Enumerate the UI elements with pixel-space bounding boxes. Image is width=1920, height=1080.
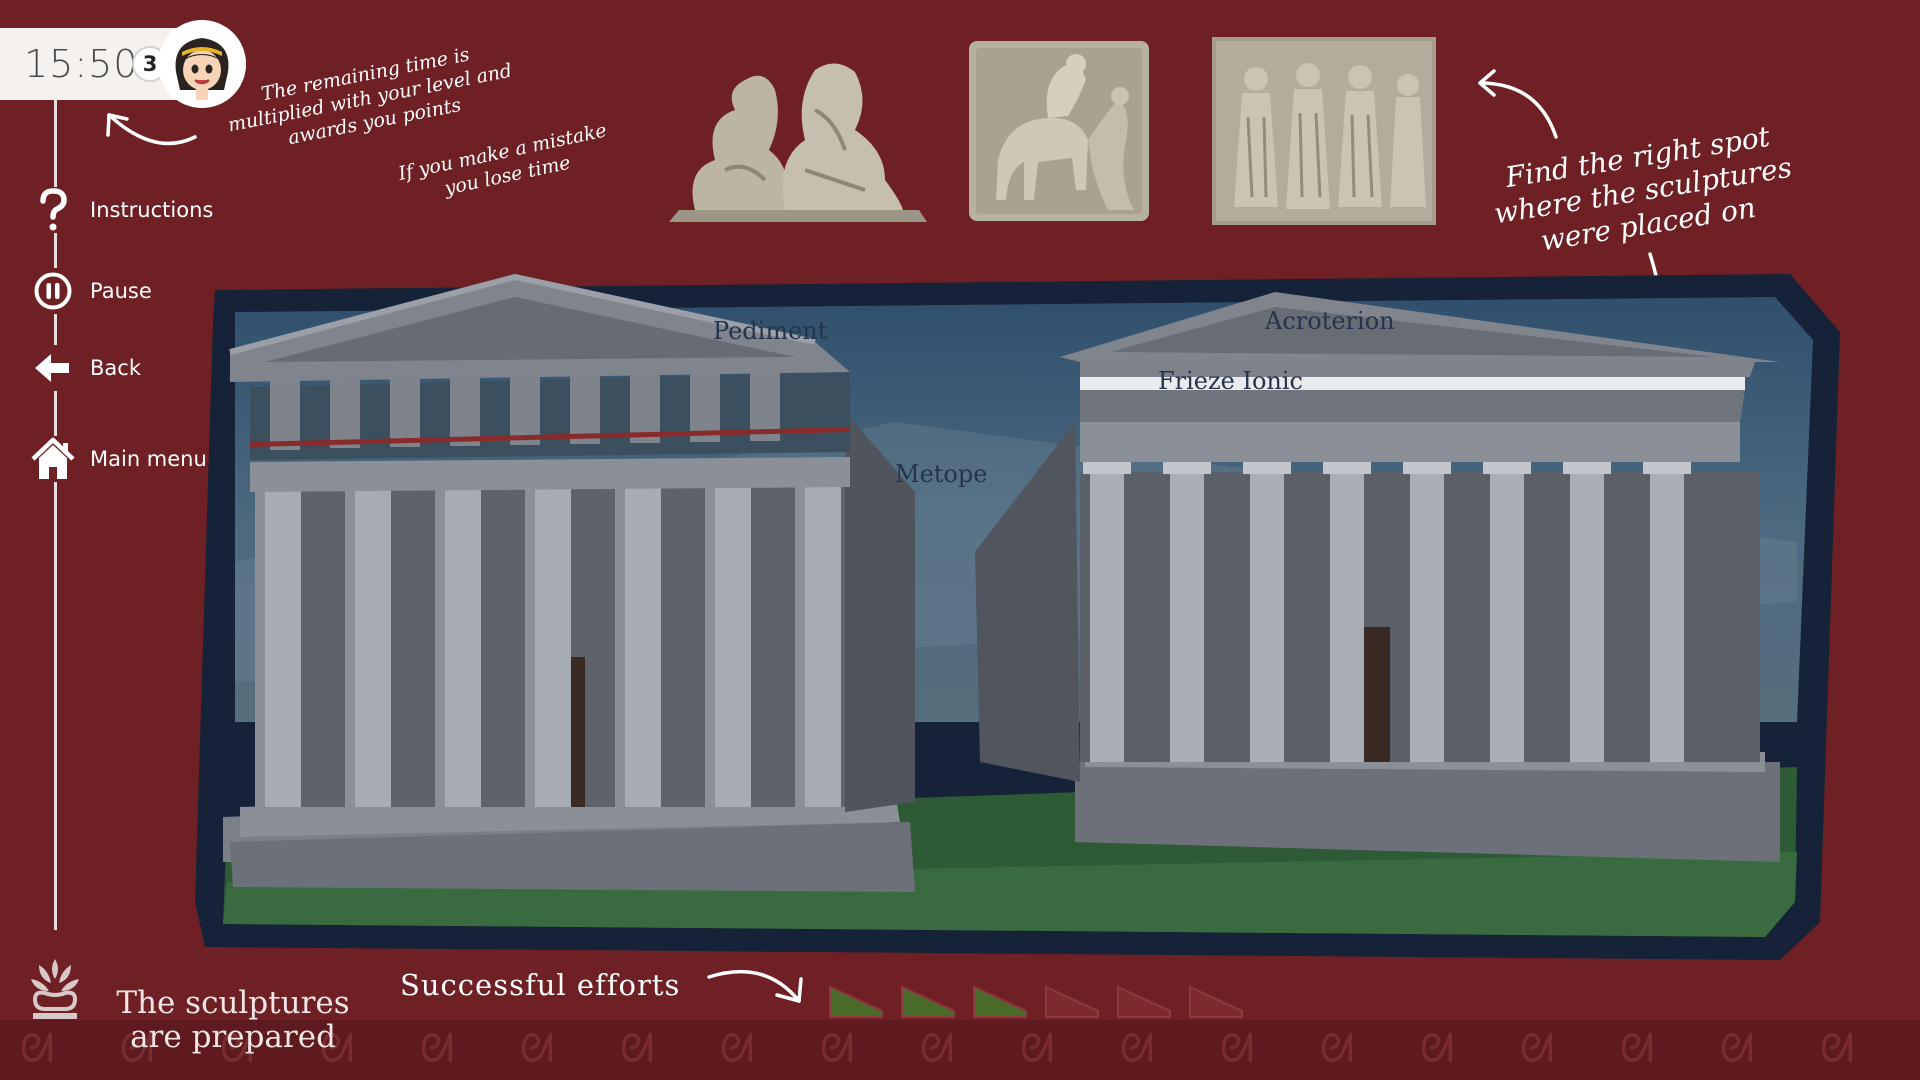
effort-flag-empty [1189, 985, 1243, 1018]
temple-scene [195, 273, 1840, 960]
successful-efforts-label: Successful efforts [400, 968, 681, 1002]
effort-flag-done [901, 985, 955, 1018]
sculpture-hint-arrow-icon [1478, 69, 1558, 139]
question-icon [30, 187, 76, 233]
sidebar-item-label: Main menu [90, 447, 207, 471]
timer-hint: The remaining time is multiplied with yo… [226, 43, 514, 150]
label-pediment: Pediment [713, 317, 828, 345]
pediment-figures-sculpture[interactable] [665, 50, 935, 234]
home-icon [30, 436, 76, 482]
back-arrow-icon [30, 345, 76, 391]
anthemion-icon [25, 955, 85, 1029]
sidebar-item-label: Pause [90, 279, 152, 303]
effort-flag-done [829, 985, 883, 1018]
sidebar-item-pause[interactable]: Pause [30, 266, 152, 316]
effort-flag-empty [1117, 985, 1171, 1018]
label-frieze-ionic: Frieze Ionic [1158, 367, 1303, 395]
doric-temple [223, 273, 915, 892]
sidebar-item-main-menu[interactable]: Main menu [30, 434, 207, 484]
sidebar-item-label: Instructions [90, 198, 214, 222]
mistake-hint: If you make a mistake you lose time [396, 119, 609, 200]
status-message: The sculptures are prepared [116, 985, 350, 1055]
frieze-procession-sculpture[interactable] [1212, 37, 1436, 229]
label-metope: Metope [895, 460, 988, 488]
sidebar-item-instructions[interactable]: Instructions [30, 185, 213, 235]
pause-icon [30, 268, 76, 314]
ionic-temple [975, 292, 1780, 862]
efforts-arrow-icon [707, 969, 803, 1003]
metope-centaur-sculpture[interactable] [968, 40, 1150, 226]
timer-display: 15:50 [24, 42, 139, 86]
effort-flag-empty [1045, 985, 1099, 1018]
temple-scene-frame[interactable]: Pediment Metope Acroterion Frieze Ionic [195, 262, 1840, 962]
sidebar-item-label: Back [90, 356, 141, 380]
sidebar-item-back[interactable]: Back [30, 343, 141, 393]
label-acroterion: Acroterion [1265, 307, 1395, 335]
timer-hint-arrow-icon [106, 113, 197, 146]
effort-flag-done [973, 985, 1027, 1018]
